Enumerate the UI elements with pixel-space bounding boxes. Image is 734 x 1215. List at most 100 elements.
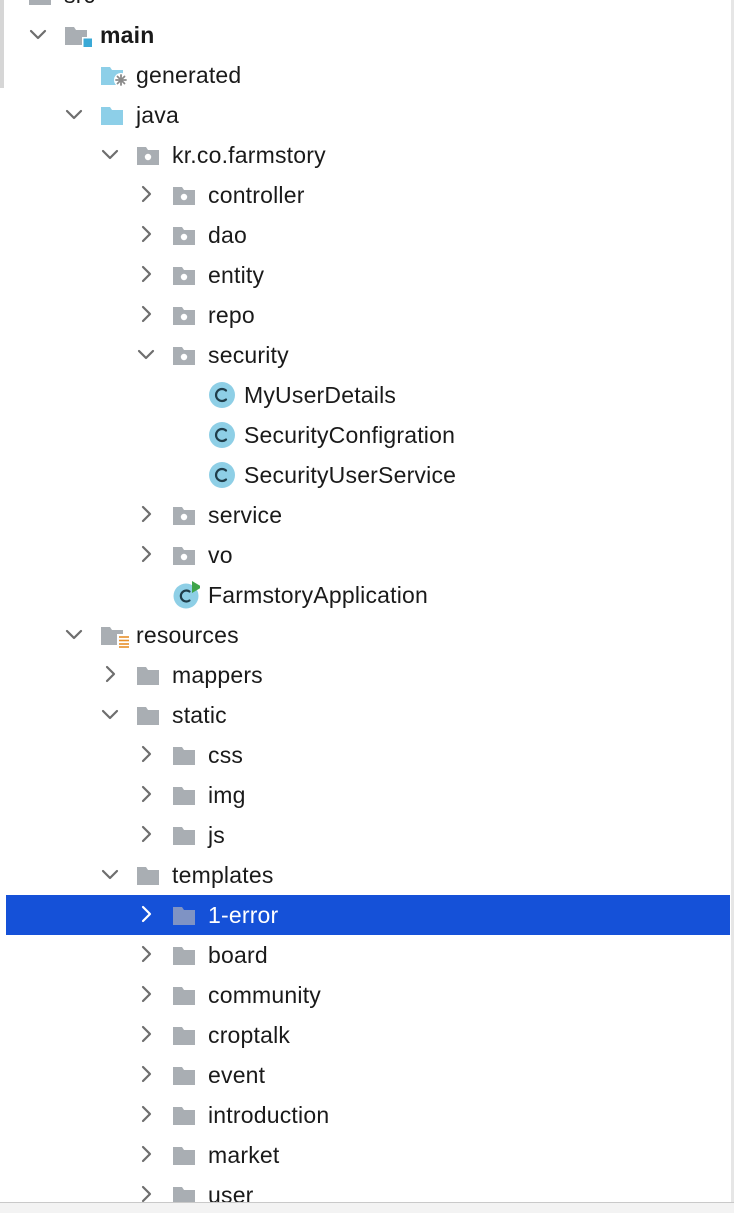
tree-item-label: FarmstoryApplication (208, 582, 429, 608)
package-icon (172, 184, 202, 208)
chevron-right-icon[interactable] (136, 1104, 156, 1124)
tree-row-securityuserservice[interactable]: SecurityUserService (0, 455, 734, 495)
tree-row-controller[interactable]: controller (0, 175, 734, 215)
tree-row-croptalk[interactable]: croptalk (0, 1015, 734, 1055)
tree-item-label: templates (172, 862, 274, 888)
tree-row-community[interactable]: community (0, 975, 734, 1015)
chevron-down-icon[interactable] (28, 24, 48, 44)
tree-row-securityconfigration[interactable]: SecurityConfigration (0, 415, 734, 455)
class-icon (208, 421, 238, 448)
tree-row-entity[interactable]: entity (0, 255, 734, 295)
tree-item-label: SecurityUserService (244, 462, 457, 488)
chevron-right-icon[interactable] (136, 304, 156, 324)
chevron-right-icon[interactable] (136, 224, 156, 244)
chevron-right-icon[interactable] (100, 664, 120, 684)
chevron-right-icon[interactable] (136, 1144, 156, 1164)
package-icon (172, 544, 202, 568)
chevron-right-icon[interactable] (136, 784, 156, 804)
tree-row-1-error[interactable]: 1-error (6, 895, 730, 935)
chevron-down-icon[interactable] (100, 864, 120, 884)
tree-row-mappers[interactable]: mappers (0, 655, 734, 695)
tree-item-label: MyUserDetails (244, 382, 397, 408)
tree-item-label: img (208, 782, 246, 808)
module-folder-icon (64, 24, 94, 48)
tree-row-security[interactable]: security (0, 335, 734, 375)
application-class-icon (172, 581, 202, 609)
folder-icon (136, 864, 166, 888)
project-tree: srcmain generated java kr.co.farmstory contr… (0, 0, 734, 1212)
tree-row-introduction[interactable]: introduction (0, 1095, 734, 1135)
chevron-right-icon[interactable] (136, 184, 156, 204)
tree-item-label: java (136, 102, 179, 128)
tree-item-label: entity (208, 262, 265, 288)
chevron-right-icon[interactable] (136, 944, 156, 964)
folder-icon (172, 1144, 202, 1168)
tree-row-static[interactable]: static (0, 695, 734, 735)
folder-icon (172, 744, 202, 768)
tree-row-templates[interactable]: templates (0, 855, 734, 895)
folder-icon (172, 1064, 202, 1088)
tree-row-src[interactable]: src (0, 0, 734, 15)
tree-row-generated[interactable]: generated (0, 55, 734, 95)
tree-row-event[interactable]: event (0, 1055, 734, 1095)
chevron-right-icon[interactable] (136, 1024, 156, 1044)
tree-row-dao[interactable]: dao (0, 215, 734, 255)
tree-item-label: static (172, 702, 227, 728)
tree-item-label: resources (136, 622, 239, 648)
tree-row-farmstoryapplication[interactable]: FarmstoryApplication (0, 575, 734, 615)
tree-item-label: css (208, 742, 244, 768)
chevron-right-icon[interactable] (136, 504, 156, 524)
tree-row-board[interactable]: board (0, 935, 734, 975)
chevron-down-icon[interactable] (100, 704, 120, 724)
folder-icon (136, 704, 166, 728)
package-icon (172, 304, 202, 328)
tree-row-java[interactable]: java (0, 95, 734, 135)
tree-item-label: service (208, 502, 283, 528)
folder-icon (172, 904, 202, 928)
chevron-right-icon[interactable] (136, 1184, 156, 1204)
folder-icon (172, 1024, 202, 1048)
tree-row-kr-co-farmstory[interactable]: kr.co.farmstory (0, 135, 734, 175)
tree-item-label: controller (208, 182, 305, 208)
tree-item-label: mappers (172, 662, 263, 688)
tree-item-label: dao (208, 222, 247, 248)
chevron-right-icon[interactable] (136, 904, 156, 924)
package-icon (136, 144, 166, 168)
tree-row-img[interactable]: img (0, 775, 734, 815)
chevron-down-icon[interactable] (136, 344, 156, 364)
tree-row-js[interactable]: js (0, 815, 734, 855)
tree-item-label: src (64, 0, 95, 15)
tree-item-label: SecurityConfigration (244, 422, 456, 448)
generated-sources-folder-icon (100, 64, 130, 88)
chevron-right-icon[interactable] (136, 264, 156, 284)
chevron-down-icon[interactable] (64, 624, 84, 644)
chevron-down-icon[interactable] (100, 144, 120, 164)
chevron-right-icon[interactable] (136, 824, 156, 844)
tree-row-main[interactable]: main (0, 15, 734, 55)
folder-icon (172, 984, 202, 1008)
folder-icon (28, 0, 58, 8)
vertical-scrollbar[interactable] (0, 0, 4, 88)
tree-item-label: main (100, 22, 155, 48)
folder-icon (172, 784, 202, 808)
chevron-right-icon[interactable] (136, 1064, 156, 1084)
tree-item-label: croptalk (208, 1022, 291, 1048)
tree-item-label: 1-error (208, 902, 279, 928)
chevron-right-icon[interactable] (136, 744, 156, 764)
tree-row-css[interactable]: css (0, 735, 734, 775)
tree-row-resources[interactable]: resources (0, 615, 734, 655)
tree-item-label: repo (208, 302, 255, 328)
tree-row-market[interactable]: market (0, 1135, 734, 1175)
tree-row-vo[interactable]: vo (0, 535, 734, 575)
tree-row-repo[interactable]: repo (0, 295, 734, 335)
chevron-down-icon[interactable] (64, 104, 84, 124)
chevron-right-icon[interactable] (136, 544, 156, 564)
tree-row-myuserdetails[interactable]: MyUserDetails (0, 375, 734, 415)
horizontal-scrollbar[interactable] (0, 1202, 734, 1213)
tree-item-label: security (208, 342, 289, 368)
chevron-right-icon[interactable] (136, 984, 156, 1004)
class-icon (208, 381, 238, 408)
tree-row-service[interactable]: service (0, 495, 734, 535)
tree-item-label: market (208, 1142, 280, 1168)
tree-item-label: event (208, 1062, 266, 1088)
